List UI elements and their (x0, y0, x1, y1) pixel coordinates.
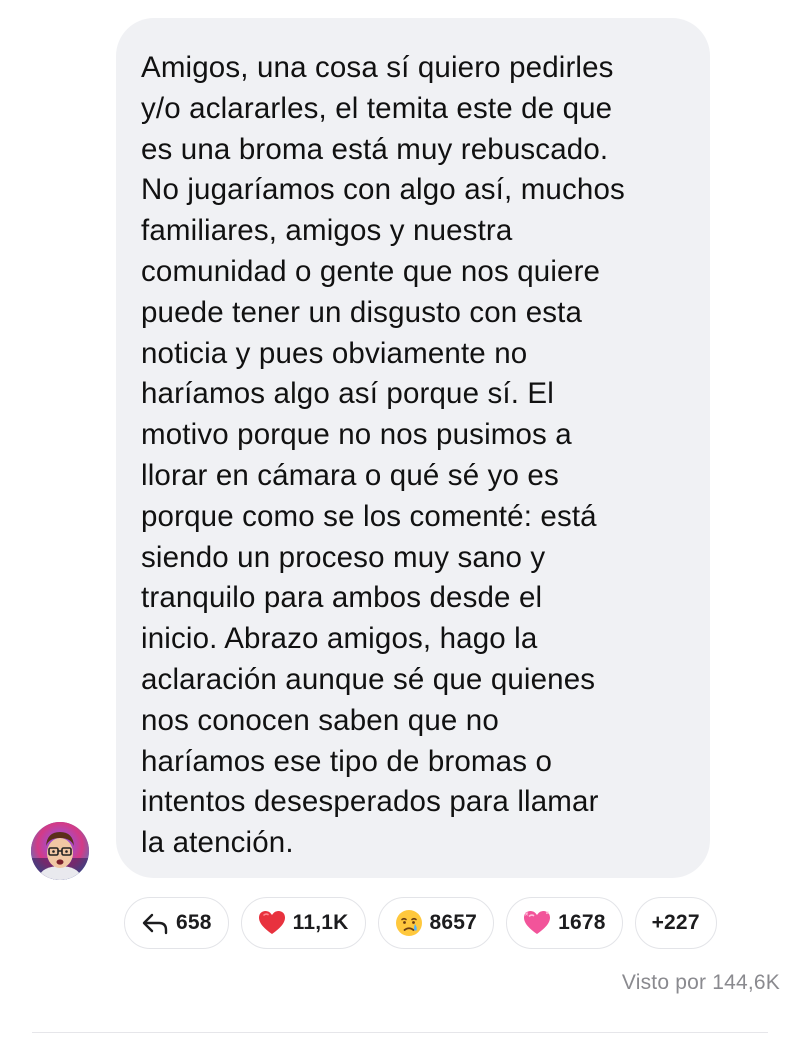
pink-heart-icon (524, 911, 551, 934)
message-line: familiares, amigos y nuestra (141, 214, 513, 248)
pink-heart-reaction-chip[interactable]: 1678 (506, 897, 623, 949)
reply-count: 658 (176, 911, 212, 934)
more-reactions-count: +227 (651, 911, 700, 934)
message-line: comunidad o gente que nos quiere (141, 254, 601, 288)
reactions-bar: 658 11,1K 8657 1678 +227 (124, 897, 717, 951)
message-line: puede tener un disgusto con esta (141, 295, 583, 329)
message-line: nos conocen saben que no (141, 703, 499, 737)
message-line: llorar en cámara o qué sé yo es (141, 458, 559, 492)
message-line: haríamos algo así porque sí. El (141, 377, 554, 411)
message-bubble[interactable]: Amigos, una cosa sí quiero pedirles y/o … (116, 18, 710, 878)
message-line: Amigos, una cosa sí quiero pedirles (141, 51, 614, 84)
heart-reaction-chip[interactable]: 11,1K (240, 897, 366, 949)
heart-count: 11,1K (292, 911, 349, 934)
crying-reaction-chip[interactable]: 8657 (377, 897, 495, 949)
message-line: motivo porque no nos pusimos a (141, 418, 572, 452)
crying-count: 8657 (429, 911, 478, 934)
reply-reaction-chip[interactable]: 658 (124, 897, 229, 949)
message-line: aclaración aunque sé que quienes (141, 662, 596, 696)
avatar-illustration (31, 822, 89, 880)
avatar[interactable] (31, 822, 89, 880)
seen-by-label[interactable]: Visto por 144,6K (622, 971, 780, 995)
divider (32, 1032, 768, 1033)
message-line: No jugaríamos con algo así, muchos (141, 173, 625, 207)
message-line: es una broma está muy rebuscado. (141, 132, 609, 166)
message-line: tranquilo para ambos desde el (141, 581, 543, 615)
message-line: porque como se los comenté: está (141, 499, 597, 533)
crying-face-icon (395, 910, 422, 936)
message-line: siendo un proceso muy sano y (141, 540, 546, 574)
message-line: inicio. Abrazo amigos, hago la (141, 622, 538, 656)
pink-heart-count: 1678 (558, 911, 606, 934)
message-line: haríamos ese tipo de bromas o (141, 744, 553, 778)
reply-arrow-icon (142, 913, 168, 935)
more-reactions-chip[interactable]: +227 (634, 897, 717, 949)
message-text: Amigos, una cosa sí quiero pedirles y/o … (141, 48, 690, 864)
message-line: noticia y pues obviamente no (141, 336, 528, 370)
message-line: y/o aclararles, el temita este de que (141, 91, 613, 125)
red-heart-icon (258, 911, 285, 934)
message-line: la atención. (141, 826, 294, 860)
message-line: intentos desesperados para llamar (141, 785, 599, 819)
